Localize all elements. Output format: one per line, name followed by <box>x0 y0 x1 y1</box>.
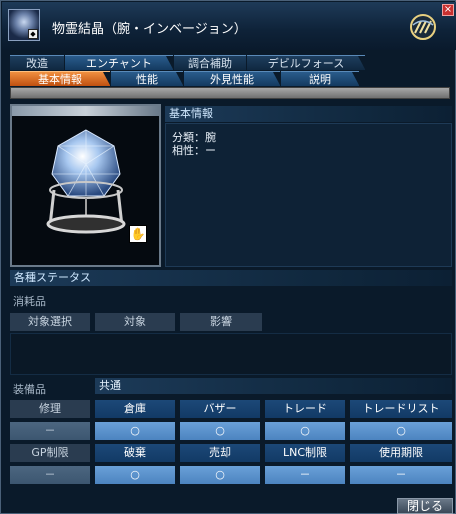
tab-kaizou[interactable]: 改造 <box>10 55 64 70</box>
gauge-bar <box>10 87 450 99</box>
value-bazaar: ○ <box>180 422 260 440</box>
emblem-icon <box>410 14 436 40</box>
hand-icon[interactable]: ✋ <box>129 225 147 243</box>
item-badge-icon: ◆ <box>28 29 38 39</box>
tab-label: 基本情報 <box>38 73 82 86</box>
tab-devil-force[interactable]: デビルフォース <box>247 55 366 71</box>
tab-blend-assist[interactable]: 調合補助 <box>174 55 246 70</box>
value-discard: ○ <box>95 466 175 484</box>
value-repair: － <box>10 422 90 440</box>
tab-description[interactable]: 説明 <box>281 71 360 87</box>
value-lnc-limit: － <box>265 466 345 484</box>
title-bar[interactable]: ◆ 物霊結晶（腕・インベージョン） × <box>2 2 456 50</box>
close-icon[interactable]: × <box>442 4 454 16</box>
tab-enchant[interactable]: エンチャント <box>65 55 174 71</box>
tab-basic-info[interactable]: 基本情報 <box>10 71 111 87</box>
col-lnc-limit: LNC制限 <box>265 444 345 462</box>
tab-label: デビルフォース <box>267 57 345 70</box>
close-button[interactable]: 閉じる <box>397 498 453 514</box>
row-header-gp-limit: GP制限 <box>10 444 90 462</box>
basic-info-heading: 基本情報 <box>165 106 452 122</box>
col-bazaar: バザー <box>180 400 260 418</box>
value-warehouse: ○ <box>95 422 175 440</box>
status-heading: 各種ステータス <box>10 270 452 286</box>
tab-label: 改造 <box>26 57 48 70</box>
item-preview: ✋ <box>10 104 161 267</box>
crystal-model-image <box>46 129 126 234</box>
affinity-line: 相性：ー <box>172 144 216 157</box>
col-expiry: 使用期限 <box>350 444 452 462</box>
col-trade-list: トレードリスト <box>350 400 452 418</box>
col-effect: 影響 <box>180 313 262 331</box>
value-trade-list: ○ <box>350 422 452 440</box>
preview-frame-bar <box>12 106 159 116</box>
value-sell: ○ <box>180 466 260 484</box>
tab-label: 説明 <box>309 73 331 86</box>
common-heading: 共通 <box>95 378 452 394</box>
value-expiry: － <box>350 466 452 484</box>
basic-info-panel: 分類：腕 相性：ー <box>165 123 452 267</box>
col-warehouse: 倉庫 <box>95 400 175 418</box>
equipment-label: 装備品 <box>13 383 46 396</box>
tab-label: エンチャント <box>86 57 152 70</box>
value-trade: ○ <box>265 422 345 440</box>
consumable-panel <box>10 333 452 375</box>
value-gp-limit: － <box>10 466 90 484</box>
tab-performance[interactable]: 性能 <box>111 71 184 87</box>
col-target-select: 対象選択 <box>10 313 90 331</box>
col-trade: トレード <box>265 400 345 418</box>
col-target: 対象 <box>95 313 175 331</box>
tab-appearance[interactable]: 外見性能 <box>184 71 281 87</box>
tab-row-sub: 基本情報 性能 外見性能 説明 <box>10 71 450 87</box>
tab-label: 外見性能 <box>210 73 254 86</box>
window-title: 物霊結晶（腕・インベージョン） <box>52 22 247 37</box>
tab-label: 調合補助 <box>188 57 232 70</box>
tab-label: 性能 <box>136 73 158 86</box>
tab-row-top: 改造 エンチャント 調合補助 デビルフォース <box>10 55 450 71</box>
consumable-label: 消耗品 <box>13 295 46 308</box>
col-sell: 売却 <box>180 444 260 462</box>
col-discard: 破棄 <box>95 444 175 462</box>
crystal-item-icon: ◆ <box>8 9 40 41</box>
row-header-repair: 修理 <box>10 400 90 418</box>
item-window: ◆ 物霊結晶（腕・インベージョン） × 改造 エンチャント 調合補助 デビルフォ… <box>0 0 456 514</box>
